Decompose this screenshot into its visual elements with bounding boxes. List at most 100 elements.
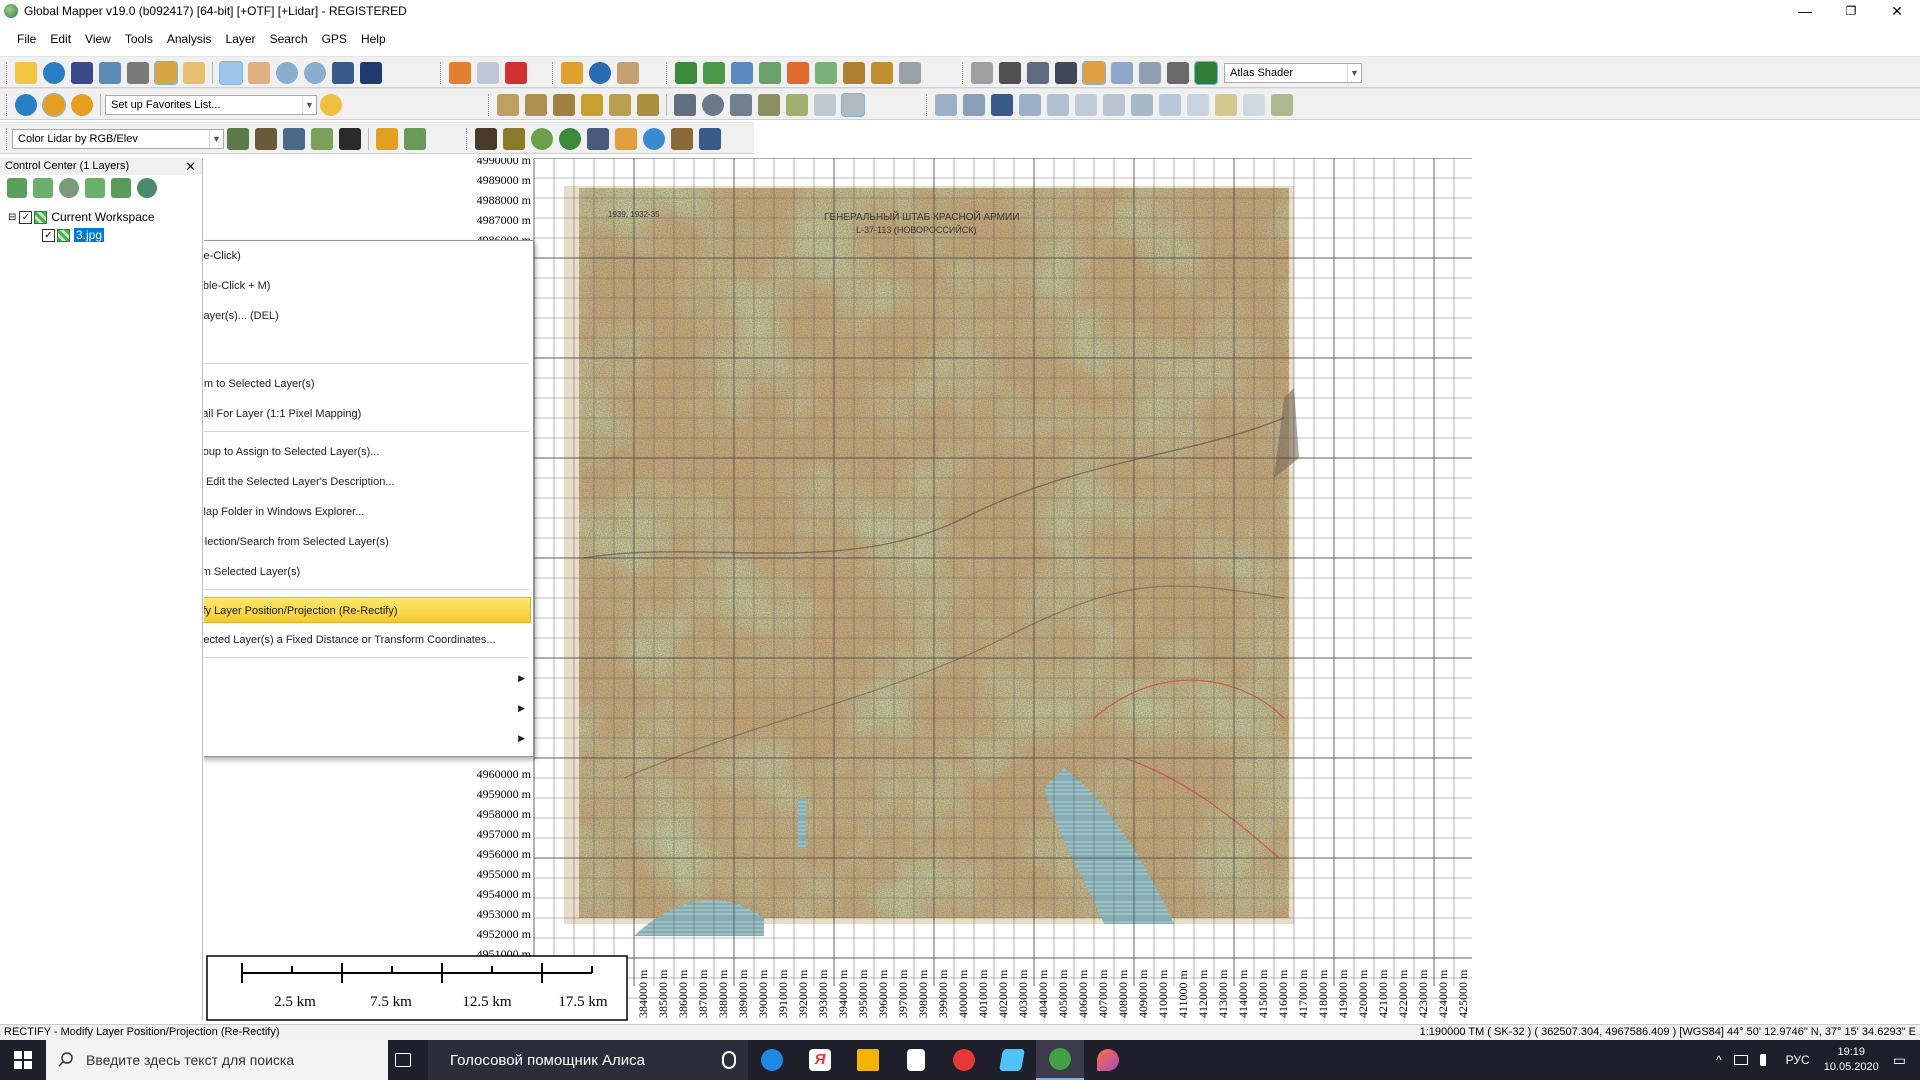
context-menu-item[interactable]: Zoom to Full Detail For Layer (1:1 Pixel… [204, 401, 531, 427]
rotate-icon[interactable] [963, 94, 985, 116]
expand-collapse-icon[interactable]: ⊟ [8, 212, 16, 223]
lidar-edit-icon[interactable] [404, 128, 426, 150]
edit-vertex-icon[interactable] [637, 94, 659, 116]
yandex-browser-icon[interactable]: Я [796, 1040, 844, 1080]
menu-search[interactable]: Search [263, 32, 315, 46]
menu-edit[interactable]: Edit [43, 32, 78, 46]
layer-node[interactable]: ✓ 3.jpg [42, 228, 105, 242]
range-ring-icon[interactable] [702, 94, 724, 116]
layer-checkbox[interactable]: ✓ [42, 228, 55, 242]
volume-icon[interactable] [787, 62, 809, 84]
print-icon[interactable] [99, 62, 121, 84]
layer-zoom-icon[interactable] [7, 178, 27, 198]
context-menu-item[interactable]: Options... (Double-Click) [204, 243, 531, 269]
create-path-icon[interactable] [553, 94, 575, 116]
control-center-icon[interactable] [154, 61, 178, 85]
home-icon[interactable] [360, 62, 382, 84]
water-level-icon[interactable] [1139, 62, 1161, 84]
3d-view-icon[interactable] [1055, 62, 1077, 84]
watershed-icon[interactable] [731, 62, 753, 84]
create-line-icon[interactable] [497, 94, 519, 116]
snap-icon[interactable] [814, 94, 836, 116]
paint-app-icon[interactable] [1084, 1040, 1132, 1080]
create-line-2-icon[interactable] [525, 94, 547, 116]
select-pointer-icon[interactable] [219, 61, 243, 85]
class-building-icon[interactable] [587, 128, 609, 150]
store-icon[interactable] [892, 1040, 940, 1080]
layer-visibility-icon[interactable] [137, 178, 157, 198]
class-low-veg-icon[interactable] [531, 128, 553, 150]
zoom-in-icon[interactable] [276, 62, 298, 84]
workspace-node[interactable]: ⊟ ✓ Current Workspace [8, 210, 155, 224]
control-center-close-icon[interactable]: ✕ [185, 158, 196, 175]
layer-remove-icon[interactable] [59, 178, 79, 198]
combine-icon[interactable] [1215, 94, 1237, 116]
favorite-star-icon[interactable] [320, 94, 342, 116]
lidar-building-icon[interactable] [283, 128, 305, 150]
class-points-icon[interactable] [671, 128, 693, 150]
file-explorer-icon[interactable] [844, 1040, 892, 1080]
edge-browser-icon[interactable] [748, 1040, 796, 1080]
grid-create-icon[interactable] [730, 94, 752, 116]
align-icon[interactable] [1027, 62, 1049, 84]
close-window-button[interactable]: ✕ [1874, 0, 1920, 22]
delete-icon[interactable] [505, 62, 527, 84]
open-folder-icon[interactable] [15, 62, 37, 84]
context-menu-item[interactable]: SHIFT - Shift Selected Layer(s) a Fixed … [204, 627, 531, 653]
slope-icon[interactable] [815, 62, 837, 84]
toolbar-grip[interactable] [6, 62, 9, 84]
alice-assistant-bar[interactable]: Голосовой помощник Алиса [428, 1040, 748, 1080]
global-mapper-task-icon[interactable] [1036, 1040, 1084, 1080]
light-icon[interactable] [1167, 62, 1189, 84]
pan-hand-icon[interactable] [248, 62, 270, 84]
grid-icon[interactable] [843, 62, 865, 84]
context-menu-item[interactable]: DESCRIPTION - Edit the Selected Layer's … [204, 469, 531, 495]
context-menu-item[interactable]: RECTIFY - Modify Layer Position/Projecti… [204, 597, 531, 623]
search-feature-icon[interactable] [617, 62, 639, 84]
language-indicator[interactable]: РУС [1786, 1053, 1810, 1067]
context-menu-item[interactable]: Metadata... (Double-Click + M) [204, 273, 531, 299]
create-point-icon[interactable] [609, 94, 631, 116]
measure-line-icon[interactable] [674, 94, 696, 116]
back-arrow-icon[interactable] [332, 62, 354, 84]
yandex-app-icon[interactable] [940, 1040, 988, 1080]
context-menu-item[interactable]: Layer▶ [204, 725, 531, 751]
select-area-icon[interactable] [477, 62, 499, 84]
menu-view[interactable]: View [78, 32, 118, 46]
measure-tool-icon[interactable] [1271, 94, 1293, 116]
path-profile-icon[interactable] [999, 62, 1021, 84]
grid-display-icon[interactable] [971, 62, 993, 84]
digitize-icon[interactable] [841, 93, 865, 117]
move-icon[interactable] [935, 94, 957, 116]
lidar-triangle-icon[interactable] [339, 128, 361, 150]
notification-icon[interactable]: ▭ [1893, 1052, 1906, 1069]
lidar-ground-icon[interactable] [255, 128, 277, 150]
scale-icon[interactable] [991, 94, 1013, 116]
class-grass-icon[interactable] [503, 128, 525, 150]
move-vertex-icon[interactable] [1019, 94, 1041, 116]
extend-icon[interactable] [1131, 94, 1153, 116]
overview-map-icon[interactable] [183, 62, 205, 84]
context-menu-item[interactable]: GROUP - Set Group to Assign to Selected … [204, 439, 531, 465]
lidar-classify-icon[interactable] [227, 128, 249, 150]
save-icon[interactable] [71, 62, 93, 84]
volume-icon[interactable] [1759, 1054, 1772, 1066]
context-menu-item[interactable]: Open Selected Map Folder in Windows Expl… [204, 499, 531, 525]
delete-vertex-icon[interactable] [1047, 94, 1069, 116]
image-swipe-icon[interactable] [871, 62, 893, 84]
zoom-out-icon[interactable] [304, 62, 326, 84]
clock[interactable]: 19:19 10.05.2020 [1824, 1045, 1879, 1075]
tray-chevron-icon[interactable]: ^ [1716, 1053, 1722, 1067]
start-button[interactable] [0, 1040, 46, 1080]
join-icon[interactable] [1159, 94, 1181, 116]
workspace-checkbox[interactable]: ✓ [19, 210, 33, 224]
hillshade-icon[interactable] [1194, 61, 1218, 85]
favorites-select[interactable]: Set up Favorites List... ▼ [105, 95, 317, 115]
class-tree-icon[interactable] [559, 128, 581, 150]
class-mountain-icon[interactable] [475, 128, 497, 150]
menu-file[interactable]: File [10, 32, 43, 46]
menu-analysis[interactable]: Analysis [160, 32, 219, 46]
projection-globe-icon[interactable] [15, 94, 37, 116]
break-icon[interactable] [1187, 94, 1209, 116]
add-vertex-icon[interactable] [1075, 94, 1097, 116]
